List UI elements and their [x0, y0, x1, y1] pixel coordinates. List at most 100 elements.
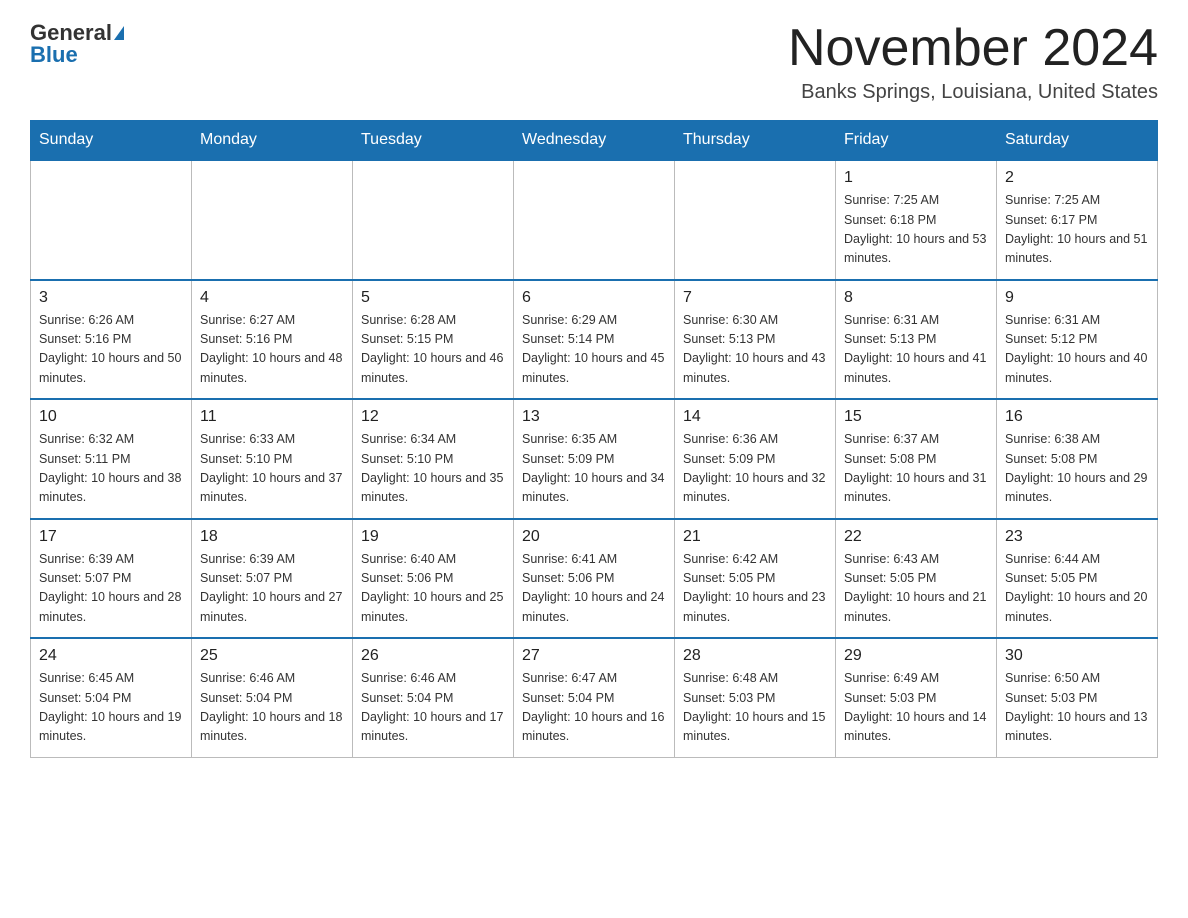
- day-number: 28: [683, 647, 827, 665]
- calendar-cell: 16 Sunrise: 6:38 AM Sunset: 5:08 PM Dayli…: [997, 399, 1158, 519]
- day-info: Sunrise: 6:44 AM Sunset: 5:05 PM Dayligh…: [1005, 550, 1149, 628]
- day-number: 2: [1005, 169, 1149, 187]
- day-number: 26: [361, 647, 505, 665]
- day-number: 6: [522, 289, 666, 307]
- calendar-cell: 24Sunrise: 6:45 AM Sunset: 5:04 PM Dayli…: [31, 638, 192, 757]
- day-info: Sunrise: 6:50 AM Sunset: 5:03 PM Dayligh…: [1005, 669, 1149, 747]
- calendar-cell: 23 Sunrise: 6:44 AM Sunset: 5:05 PM Dayli…: [997, 519, 1158, 639]
- calendar-cell: 11 Sunrise: 6:33 AM Sunset: 5:10 PM Dayli…: [192, 399, 353, 519]
- calendar-cell: [353, 160, 514, 280]
- day-info: Sunrise: 6:39 AM Sunset: 5:07 PM Dayligh…: [200, 550, 344, 628]
- day-number: 15: [844, 408, 988, 426]
- day-info: Sunrise: 6:26 AM Sunset: 5:16 PM Dayligh…: [39, 311, 183, 389]
- day-number: 23: [1005, 528, 1149, 546]
- calendar-header-sunday: Sunday: [31, 121, 192, 161]
- calendar-header-wednesday: Wednesday: [514, 121, 675, 161]
- day-info: Sunrise: 6:34 AM Sunset: 5:10 PM Dayligh…: [361, 430, 505, 508]
- calendar-cell: 19 Sunrise: 6:40 AM Sunset: 5:06 PM Dayli…: [353, 519, 514, 639]
- calendar-week-row: 3Sunrise: 6:26 AM Sunset: 5:16 PM Daylig…: [31, 280, 1158, 400]
- calendar-cell: 22 Sunrise: 6:43 AM Sunset: 5:05 PM Dayli…: [836, 519, 997, 639]
- calendar-cell: [514, 160, 675, 280]
- day-info: Sunrise: 6:31 AM Sunset: 5:13 PM Dayligh…: [844, 311, 988, 389]
- calendar-cell: 18 Sunrise: 6:39 AM Sunset: 5:07 PM Dayli…: [192, 519, 353, 639]
- day-number: 22: [844, 528, 988, 546]
- day-number: 30: [1005, 647, 1149, 665]
- day-number: 29: [844, 647, 988, 665]
- day-info: Sunrise: 6:49 AM Sunset: 5:03 PM Dayligh…: [844, 669, 988, 747]
- day-info: Sunrise: 6:29 AM Sunset: 5:14 PM Dayligh…: [522, 311, 666, 389]
- calendar-cell: 1Sunrise: 7:25 AM Sunset: 6:18 PM Daylig…: [836, 160, 997, 280]
- calendar-cell: 4 Sunrise: 6:27 AM Sunset: 5:16 PM Daylig…: [192, 280, 353, 400]
- calendar-cell: 26 Sunrise: 6:46 AM Sunset: 5:04 PM Dayli…: [353, 638, 514, 757]
- calendar-cell: 14Sunrise: 6:36 AM Sunset: 5:09 PM Dayli…: [675, 399, 836, 519]
- day-number: 10: [39, 408, 183, 426]
- day-info: Sunrise: 6:40 AM Sunset: 5:06 PM Dayligh…: [361, 550, 505, 628]
- day-info: Sunrise: 7:25 AM Sunset: 6:17 PM Dayligh…: [1005, 191, 1149, 269]
- day-number: 11: [200, 408, 344, 426]
- calendar-cell: 13Sunrise: 6:35 AM Sunset: 5:09 PM Dayli…: [514, 399, 675, 519]
- day-number: 7: [683, 289, 827, 307]
- calendar-cell: 6 Sunrise: 6:29 AM Sunset: 5:14 PM Daylig…: [514, 280, 675, 400]
- month-title: November 2024: [788, 20, 1158, 77]
- day-info: Sunrise: 6:33 AM Sunset: 5:10 PM Dayligh…: [200, 430, 344, 508]
- location-title: Banks Springs, Louisiana, United States: [788, 81, 1158, 104]
- day-info: Sunrise: 6:43 AM Sunset: 5:05 PM Dayligh…: [844, 550, 988, 628]
- calendar-cell: 30 Sunrise: 6:50 AM Sunset: 5:03 PM Dayli…: [997, 638, 1158, 757]
- day-number: 14: [683, 408, 827, 426]
- day-info: Sunrise: 6:46 AM Sunset: 5:04 PM Dayligh…: [200, 669, 344, 747]
- header: General Blue November 2024 Banks Springs…: [30, 20, 1158, 104]
- day-number: 12: [361, 408, 505, 426]
- day-info: Sunrise: 6:28 AM Sunset: 5:15 PM Dayligh…: [361, 311, 505, 389]
- calendar-cell: [192, 160, 353, 280]
- day-info: Sunrise: 6:39 AM Sunset: 5:07 PM Dayligh…: [39, 550, 183, 628]
- calendar-cell: 17 Sunrise: 6:39 AM Sunset: 5:07 PM Dayli…: [31, 519, 192, 639]
- calendar-cell: 12 Sunrise: 6:34 AM Sunset: 5:10 PM Dayli…: [353, 399, 514, 519]
- calendar-cell: 8 Sunrise: 6:31 AM Sunset: 5:13 PM Daylig…: [836, 280, 997, 400]
- calendar-cell: 3Sunrise: 6:26 AM Sunset: 5:16 PM Daylig…: [31, 280, 192, 400]
- logo-triangle-icon: [114, 26, 124, 40]
- calendar-week-row: 1Sunrise: 7:25 AM Sunset: 6:18 PM Daylig…: [31, 160, 1158, 280]
- calendar-header-saturday: Saturday: [997, 121, 1158, 161]
- day-number: 16: [1005, 408, 1149, 426]
- calendar-week-row: 17 Sunrise: 6:39 AM Sunset: 5:07 PM Dayli…: [31, 519, 1158, 639]
- calendar-week-row: 10 Sunrise: 6:32 AM Sunset: 5:11 PM Dayli…: [31, 399, 1158, 519]
- day-number: 21: [683, 528, 827, 546]
- calendar-header-row: SundayMondayTuesdayWednesdayThursdayFrid…: [31, 121, 1158, 161]
- day-info: Sunrise: 6:48 AM Sunset: 5:03 PM Dayligh…: [683, 669, 827, 747]
- calendar-cell: 25 Sunrise: 6:46 AM Sunset: 5:04 PM Dayli…: [192, 638, 353, 757]
- day-info: Sunrise: 6:27 AM Sunset: 5:16 PM Dayligh…: [200, 311, 344, 389]
- day-number: 4: [200, 289, 344, 307]
- calendar-week-row: 24Sunrise: 6:45 AM Sunset: 5:04 PM Dayli…: [31, 638, 1158, 757]
- day-number: 9: [1005, 289, 1149, 307]
- logo-blue: Blue: [30, 42, 78, 68]
- calendar-cell: 7 Sunrise: 6:30 AM Sunset: 5:13 PM Daylig…: [675, 280, 836, 400]
- calendar-cell: 2 Sunrise: 7:25 AM Sunset: 6:17 PM Daylig…: [997, 160, 1158, 280]
- day-number: 8: [844, 289, 988, 307]
- day-number: 17: [39, 528, 183, 546]
- calendar-table: SundayMondayTuesdayWednesdayThursdayFrid…: [30, 120, 1158, 758]
- calendar-cell: [675, 160, 836, 280]
- day-number: 27: [522, 647, 666, 665]
- day-info: Sunrise: 6:31 AM Sunset: 5:12 PM Dayligh…: [1005, 311, 1149, 389]
- calendar-header-friday: Friday: [836, 121, 997, 161]
- calendar-cell: [31, 160, 192, 280]
- calendar-cell: 15 Sunrise: 6:37 AM Sunset: 5:08 PM Dayli…: [836, 399, 997, 519]
- calendar-header-tuesday: Tuesday: [353, 121, 514, 161]
- day-info: Sunrise: 6:42 AM Sunset: 5:05 PM Dayligh…: [683, 550, 827, 628]
- day-info: Sunrise: 6:32 AM Sunset: 5:11 PM Dayligh…: [39, 430, 183, 508]
- day-info: Sunrise: 6:38 AM Sunset: 5:08 PM Dayligh…: [1005, 430, 1149, 508]
- calendar-header-monday: Monday: [192, 121, 353, 161]
- day-info: Sunrise: 6:45 AM Sunset: 5:04 PM Dayligh…: [39, 669, 183, 747]
- day-number: 25: [200, 647, 344, 665]
- day-number: 19: [361, 528, 505, 546]
- calendar-cell: 27Sunrise: 6:47 AM Sunset: 5:04 PM Dayli…: [514, 638, 675, 757]
- day-info: Sunrise: 6:30 AM Sunset: 5:13 PM Dayligh…: [683, 311, 827, 389]
- day-info: Sunrise: 6:46 AM Sunset: 5:04 PM Dayligh…: [361, 669, 505, 747]
- day-number: 18: [200, 528, 344, 546]
- calendar-cell: 21 Sunrise: 6:42 AM Sunset: 5:05 PM Dayli…: [675, 519, 836, 639]
- day-number: 13: [522, 408, 666, 426]
- day-info: Sunrise: 6:37 AM Sunset: 5:08 PM Dayligh…: [844, 430, 988, 508]
- logo: General Blue: [30, 20, 124, 68]
- calendar-header-thursday: Thursday: [675, 121, 836, 161]
- title-area: November 2024 Banks Springs, Louisiana, …: [788, 20, 1158, 104]
